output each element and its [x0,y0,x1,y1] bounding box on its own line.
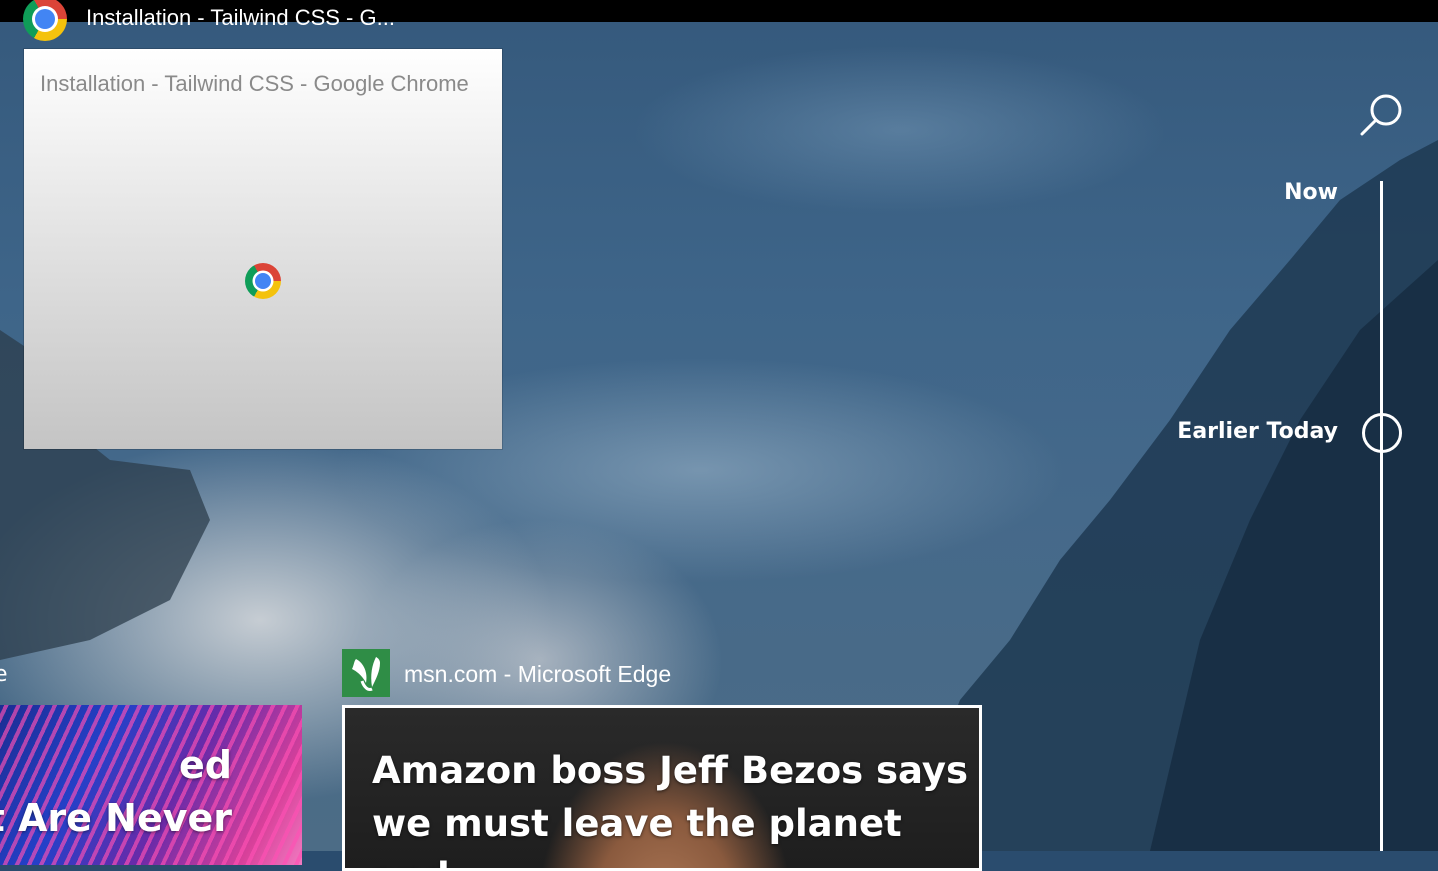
activity-card-headline: ed at Are Never [0,739,232,845]
headline-line: at Are Never [0,796,232,840]
search-icon [1360,94,1402,136]
headline-line: Amazon boss Jeff Bezos says [372,749,969,792]
thumbnail-title: Installation - Tailwind CSS - Google Chr… [40,71,469,96]
search-button[interactable] [1356,92,1406,140]
activity-card-headline: Amazon boss Jeff Bezos says we must leav… [372,744,972,868]
timeline-scroll-handle[interactable] [1362,413,1402,453]
timeline-label-now[interactable]: Now [1284,180,1338,205]
msn-butterfly-icon [342,649,390,697]
activity-source-label: msn.com - Microsoft Edge [404,661,672,687]
headline-line: ed [179,743,232,787]
activity-card[interactable]: Amazon boss Jeff Bezos says we must leav… [342,705,982,871]
timeline-label-earlier-today[interactable]: Earlier Today [1177,419,1338,444]
headline-line: we must leave the planet and [372,802,902,868]
chrome-icon [245,263,281,299]
window-caption-title[interactable]: Installation - Tailwind CSS - G... [86,4,395,32]
window-thumbnail[interactable]: Installation - Tailwind CSS - Google Chr… [24,49,502,449]
activity-source-label: e [0,662,8,687]
timeline-track[interactable] [1380,181,1383,851]
activity-card[interactable]: ed at Are Never [0,705,302,865]
